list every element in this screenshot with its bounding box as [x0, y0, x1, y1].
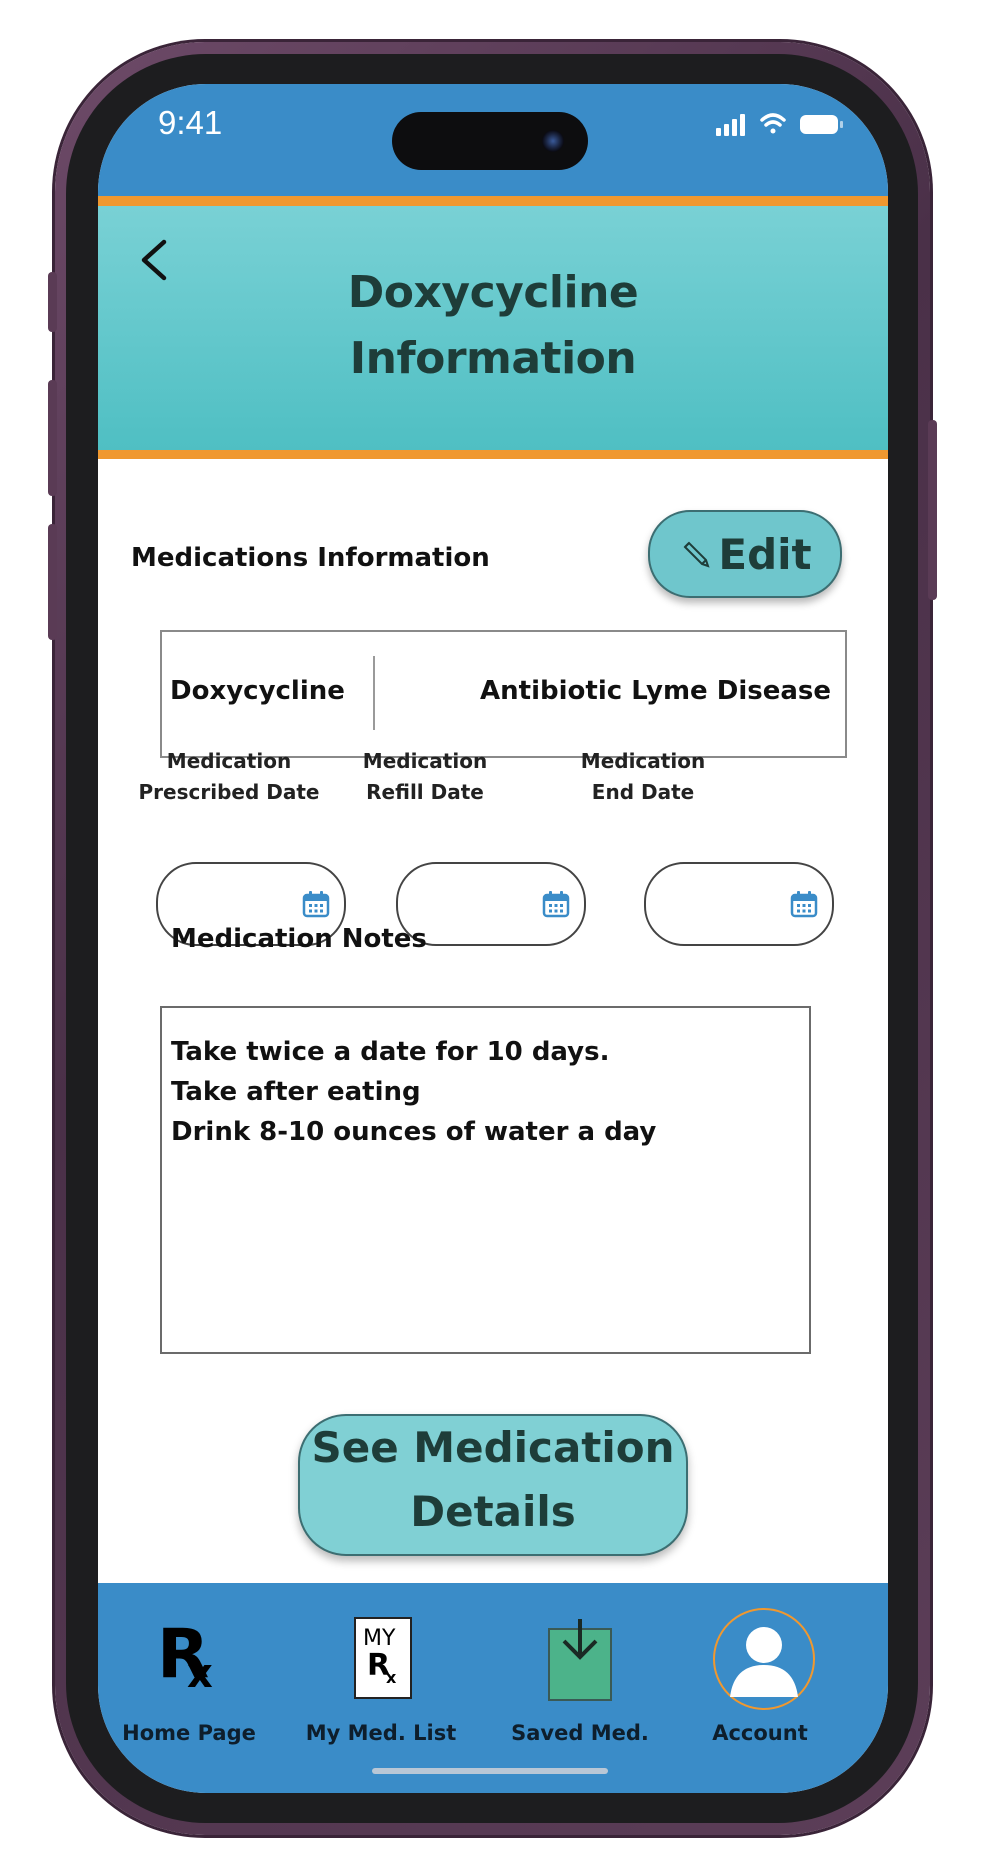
nav-label-my-med-list: My Med. List — [305, 1721, 457, 1745]
refill-date-label-line1: Medication — [362, 749, 488, 773]
prescribed-date-label-line1: Medication — [166, 749, 292, 773]
dynamic-island — [392, 112, 588, 170]
end-date-field[interactable] — [644, 862, 834, 946]
nav-item-account[interactable]: Account — [670, 1583, 850, 1753]
refill-date-label-line2: Refill Date — [366, 780, 484, 804]
home-indicator[interactable] — [372, 1768, 608, 1774]
page-title: Doxycycline Information — [238, 260, 748, 392]
my-rx-icon: MY R x — [354, 1617, 412, 1699]
see-medication-details-button[interactable]: See Medication Details — [298, 1414, 688, 1556]
header-accent-top — [98, 196, 888, 206]
notes-line: Drink 8-10 ounces of water a day — [171, 1117, 657, 1147]
nav-item-home[interactable]: R x Home Page — [99, 1583, 279, 1753]
notes-line: Take after eating — [171, 1077, 421, 1107]
end-date-label: Medication End Date — [550, 746, 736, 808]
nav-label-home: Home Page — [122, 1721, 256, 1745]
medication-type: Antibiotic Lyme Disease — [480, 676, 831, 706]
medication-name: Doxycycline — [170, 676, 345, 706]
volume-down-button — [48, 524, 57, 640]
page-title-line2: Information — [349, 333, 637, 384]
details-button-line2: Details — [410, 1487, 576, 1536]
camera-icon — [542, 130, 564, 152]
status-bar: 9:41 — [98, 84, 888, 196]
download-icon — [548, 1619, 612, 1701]
refill-date-label: Medication Refill Date — [332, 746, 518, 808]
rx-icon: R x — [157, 1615, 213, 1689]
medication-summary: Doxycycline Antibiotic Lyme Disease — [160, 630, 847, 758]
pencil-icon — [683, 541, 710, 568]
section-label: Medications Information — [131, 543, 490, 573]
svg-text:x: x — [386, 1668, 397, 1687]
nav-item-saved-med[interactable]: Saved Med. — [490, 1583, 670, 1753]
prescribed-date-label-line2: Prescribed Date — [138, 780, 320, 804]
nav-item-my-med-list[interactable]: MY R x My Med. List — [291, 1583, 471, 1753]
calendar-icon — [790, 891, 818, 918]
chevron-left-icon — [141, 239, 167, 281]
details-button-line1: See Medication — [311, 1423, 675, 1472]
power-button — [928, 420, 937, 600]
status-time: 9:41 — [158, 104, 223, 141]
status-icons — [716, 113, 843, 136]
calendar-icon — [302, 891, 330, 918]
battery-icon — [800, 115, 843, 134]
nav-label-saved-med: Saved Med. — [511, 1721, 649, 1745]
svg-text:x: x — [187, 1651, 213, 1689]
header-accent-bottom — [98, 450, 888, 459]
wifi-icon — [760, 113, 786, 134]
account-icon — [713, 1608, 815, 1710]
screen: 9:41 Doxycycline Information Medications… — [98, 84, 888, 1793]
edit-button[interactable]: Edit — [648, 510, 842, 598]
signal-icon — [716, 114, 745, 136]
back-button[interactable] — [134, 234, 174, 284]
bottom-nav: R x Home Page MY R x My Med. List Saved … — [98, 1583, 888, 1793]
notes-label: Medication Notes — [171, 924, 427, 954]
end-date-label-line1: Medication — [580, 749, 706, 773]
page-title-line1: Doxycycline — [347, 267, 639, 318]
volume-up-button — [48, 380, 57, 496]
notes-textarea[interactable]: Take twice a date for 10 days. Take afte… — [160, 1006, 811, 1354]
calendar-icon — [542, 891, 570, 918]
divider — [373, 656, 375, 730]
end-date-label-line2: End Date — [591, 780, 695, 804]
edit-button-label: Edit — [718, 529, 812, 579]
silent-switch — [48, 272, 57, 332]
notes-line: Take twice a date for 10 days. — [171, 1037, 610, 1067]
nav-label-account: Account — [712, 1721, 808, 1745]
prescribed-date-label: Medication Prescribed Date — [136, 746, 322, 808]
